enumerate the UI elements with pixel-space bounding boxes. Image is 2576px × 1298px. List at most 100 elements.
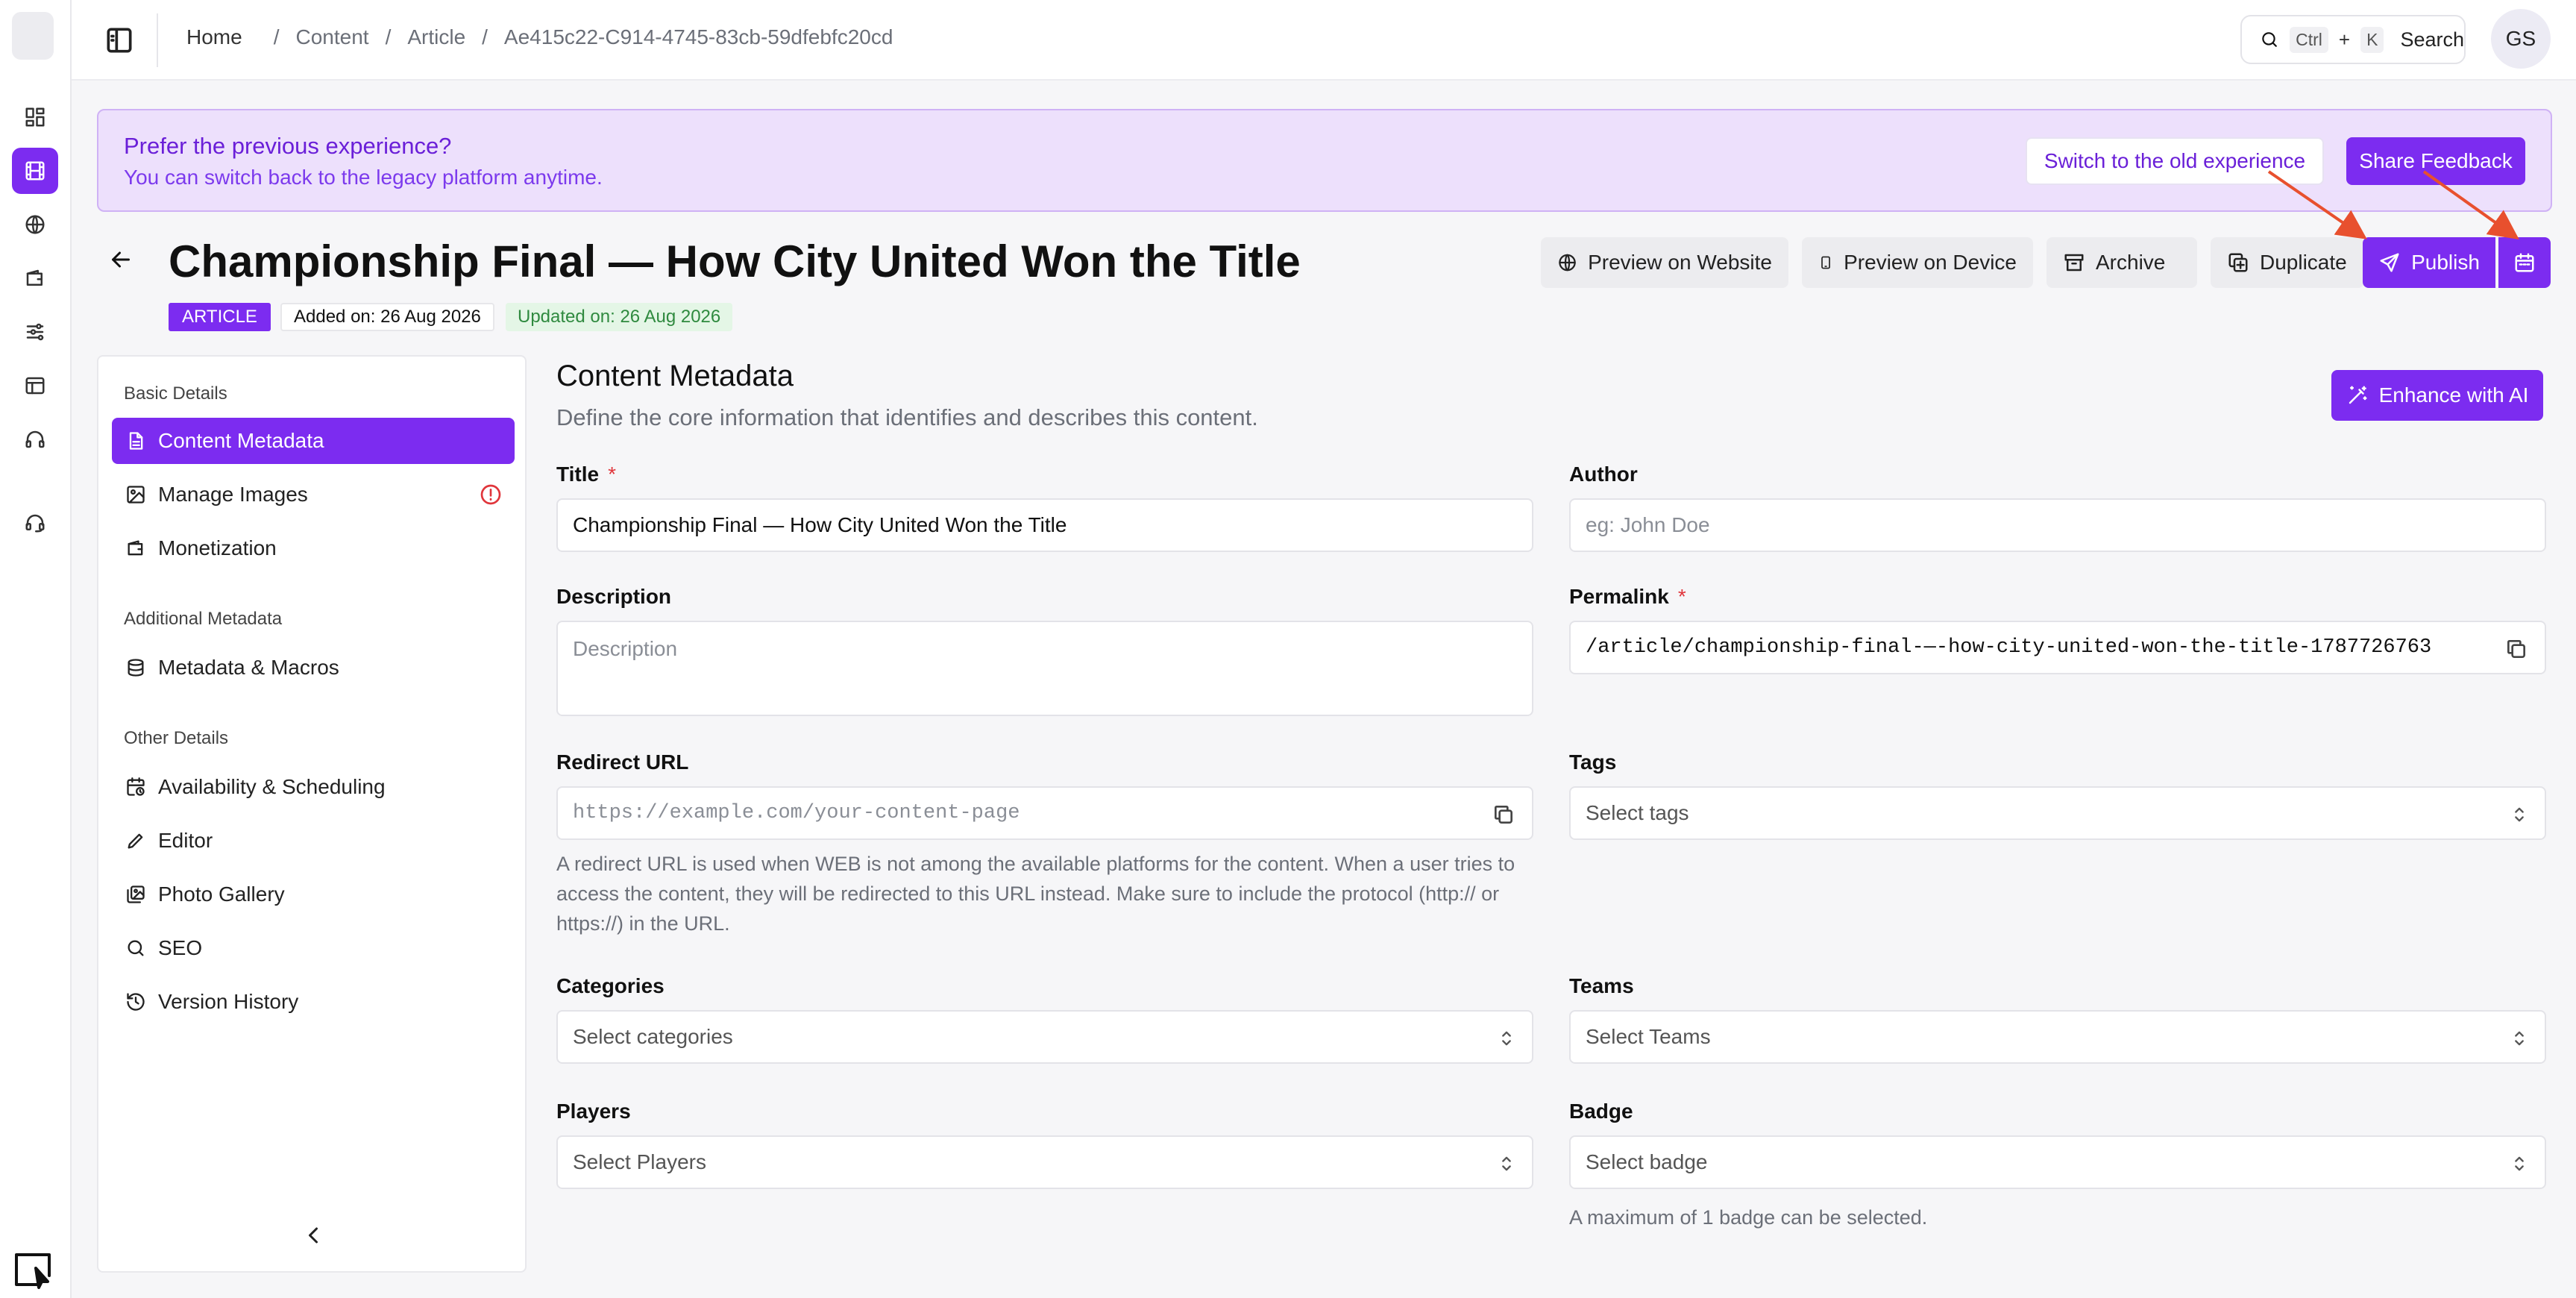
tags-select[interactable]: Select tags bbox=[1569, 786, 2546, 840]
sidebar-item-label: Editor bbox=[158, 829, 213, 852]
author-input[interactable]: eg: John Doe bbox=[1569, 498, 2546, 552]
wallet-icon[interactable] bbox=[12, 255, 58, 301]
share-feedback-button[interactable]: Share Feedback bbox=[2346, 137, 2525, 185]
chevron-up-down-icon bbox=[2509, 1153, 2530, 1174]
sidebar-item-seo[interactable]: SEO bbox=[112, 925, 515, 971]
sidebar-item-content-metadata[interactable]: Content Metadata bbox=[112, 418, 515, 464]
content-film-icon[interactable] bbox=[12, 148, 58, 194]
enhance-with-ai-button[interactable]: Enhance with AI bbox=[2331, 370, 2543, 421]
search-label: Search bbox=[2400, 28, 2464, 51]
avatar[interactable]: GS bbox=[2491, 9, 2551, 69]
breadcrumb-current-id: Ae415c22-C914-4745-83cb-59dfebfc20cd bbox=[503, 25, 893, 48]
section-other-details: Other Details bbox=[124, 728, 229, 748]
publish-label: Publish bbox=[2411, 251, 2480, 274]
phone-icon bbox=[1821, 256, 1830, 269]
categories-placeholder: Select categories bbox=[573, 1025, 733, 1048]
select-cursor-icon[interactable] bbox=[12, 1250, 55, 1289]
banner-title: Prefer the previous experience? bbox=[124, 133, 452, 159]
breadcrumb-home[interactable]: Home bbox=[186, 25, 242, 49]
breadcrumb-article[interactable]: Article bbox=[407, 25, 465, 49]
layout-icon[interactable] bbox=[12, 363, 58, 409]
sidebar-item-label: Monetization bbox=[158, 536, 277, 559]
sidebar-item-label: Manage Images bbox=[158, 483, 308, 506]
teams-select[interactable]: Select Teams bbox=[1569, 1010, 2546, 1064]
breadcrumb-content[interactable]: Content bbox=[295, 25, 368, 49]
search-button[interactable]: Ctrl + K Search bbox=[2240, 15, 2466, 64]
chevron-up-down-icon bbox=[1496, 1028, 1517, 1049]
warning-icon bbox=[479, 483, 503, 507]
globe-icon[interactable] bbox=[12, 201, 58, 248]
description-textarea[interactable]: Description bbox=[556, 621, 1533, 716]
top-bar: Home / Content / Article / Ae415c22-C914… bbox=[72, 0, 2576, 81]
breadcrumb-separator: / bbox=[385, 25, 392, 48]
archive-icon bbox=[2064, 254, 2084, 272]
categories-label: Categories bbox=[556, 974, 665, 997]
title-input[interactable]: Championship Final — How City United Won… bbox=[556, 498, 1533, 552]
magic-wand-icon bbox=[2349, 386, 2367, 404]
tags-label: Tags bbox=[1569, 750, 1617, 774]
section-additional-metadata: Additional Metadata bbox=[124, 609, 283, 629]
players-label: Players bbox=[556, 1100, 631, 1123]
shortcut-ctrl: Ctrl bbox=[2290, 26, 2328, 53]
preview-device-button[interactable]: Preview on Device bbox=[1802, 237, 2033, 288]
chevron-up-down-icon bbox=[1496, 1153, 1517, 1174]
description-placeholder: Description bbox=[573, 637, 678, 660]
duplicate-label: Duplicate bbox=[2260, 251, 2347, 274]
database-icon bbox=[128, 659, 144, 677]
players-placeholder: Select Players bbox=[573, 1150, 706, 1173]
badge-select[interactable]: Select badge bbox=[1569, 1135, 2546, 1189]
app-logo[interactable] bbox=[12, 12, 54, 60]
tags-placeholder: Select tags bbox=[1586, 801, 1689, 824]
sidebar-item-editor[interactable]: Editor bbox=[112, 818, 515, 864]
categories-select[interactable]: Select categories bbox=[556, 1010, 1533, 1064]
redirect-url-input[interactable]: https://example.com/your-content-page bbox=[556, 786, 1533, 840]
sidebar-item-version-history[interactable]: Version History bbox=[112, 979, 515, 1025]
copy-icon[interactable] bbox=[1492, 803, 1515, 827]
sidebar-toggle-icon[interactable] bbox=[103, 24, 136, 57]
publish-button[interactable]: Publish bbox=[2363, 237, 2495, 288]
schedule-publish-button[interactable] bbox=[2498, 237, 2551, 288]
document-icon bbox=[129, 432, 143, 450]
permalink-input[interactable]: /article/championship-final-—-how-city-u… bbox=[1569, 621, 2546, 674]
breadcrumb: Home / Content / Article / Ae415c22-C914… bbox=[186, 25, 909, 49]
updated-date-badge: Updated on: 26 Aug 2026 bbox=[506, 303, 733, 331]
shortcut-plus: + bbox=[2338, 28, 2351, 51]
sidebar-item-label: Version History bbox=[158, 990, 299, 1013]
author-label: Author bbox=[1569, 463, 1638, 486]
back-arrow-icon[interactable] bbox=[107, 246, 134, 273]
title-label: Title * bbox=[556, 463, 616, 486]
chevron-up-down-icon bbox=[2509, 1028, 2530, 1049]
duplicate-button[interactable]: Duplicate bbox=[2211, 237, 2364, 288]
sidebar-item-metadata-macros[interactable]: Metadata & Macros bbox=[112, 645, 515, 691]
preview-website-button[interactable]: Preview on Website bbox=[1541, 237, 1788, 288]
section-subtitle: Define the core information that identif… bbox=[556, 404, 1258, 430]
enhance-label: Enhance with AI bbox=[2378, 383, 2529, 407]
sliders-icon[interactable] bbox=[12, 309, 58, 355]
added-date-badge: Added on: 26 Aug 2026 bbox=[280, 303, 494, 331]
support-icon[interactable] bbox=[12, 500, 58, 546]
sidebar-item-photo-gallery[interactable]: Photo Gallery bbox=[112, 871, 515, 918]
breadcrumb-separator: / bbox=[273, 25, 280, 48]
divider bbox=[157, 13, 158, 67]
collapse-sidebar-icon[interactable] bbox=[300, 1222, 327, 1249]
legacy-banner: Prefer the previous experience? You can … bbox=[97, 109, 2552, 212]
players-select[interactable]: Select Players bbox=[556, 1135, 1533, 1189]
archive-button[interactable]: Archive bbox=[2046, 237, 2197, 288]
section-basic-details: Basic Details bbox=[124, 383, 227, 404]
sidebar-item-manage-images[interactable]: Manage Images bbox=[112, 471, 515, 518]
sidebar-item-label: SEO bbox=[158, 936, 203, 959]
preview-device-label: Preview on Device bbox=[1844, 251, 2017, 274]
wallet-icon bbox=[128, 540, 143, 556]
switch-old-experience-button[interactable]: Switch to the old experience bbox=[2026, 137, 2324, 185]
title-label-text: Title bbox=[556, 463, 600, 486]
globe-icon bbox=[1559, 254, 1576, 272]
sidebar-item-monetization[interactable]: Monetization bbox=[112, 525, 515, 571]
required-marker: * bbox=[1677, 585, 1686, 608]
gallery-icon bbox=[127, 885, 145, 903]
breadcrumb-separator: / bbox=[482, 25, 488, 48]
sidebar-item-availability-scheduling[interactable]: Availability & Scheduling bbox=[112, 764, 515, 810]
dashboard-icon[interactable] bbox=[12, 94, 58, 140]
copy-icon[interactable] bbox=[2504, 637, 2528, 661]
headphones-icon[interactable] bbox=[12, 416, 58, 463]
page-title: Championship Final — How City United Won… bbox=[169, 236, 1301, 286]
